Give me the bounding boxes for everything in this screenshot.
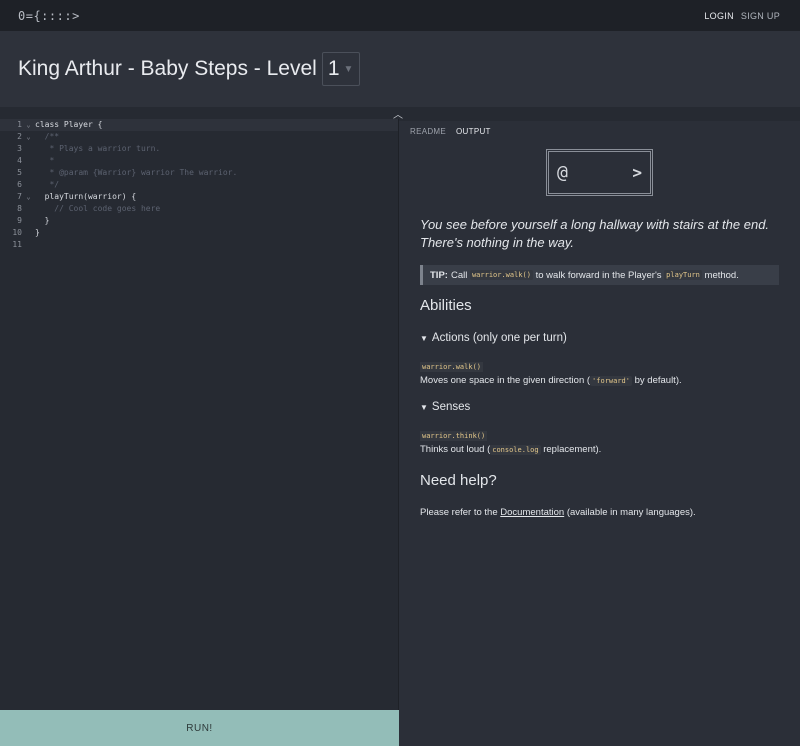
code-line[interactable]: 7 ⌄ playTurn(warrior) { [0,191,398,203]
level-select-value: 1 [327,57,340,80]
line-number: 9 [17,216,22,225]
code-editor[interactable]: 1 ⌄ class Player {2 ⌄ /** 3 * Plays a warrio… [0,119,399,710]
fold-gutter [22,167,35,179]
fold-gutter [22,203,35,215]
tip-text-post: method. [704,269,739,281]
line-number: 5 [17,168,22,177]
line-number: 3 [17,144,22,153]
level-select[interactable]: 1 ▼ [321,52,361,86]
code-line[interactable]: 11 [0,239,398,251]
line-number: 11 [12,240,22,249]
code-line[interactable]: 2 ⌄ /** [0,131,398,143]
code-line[interactable]: 5 * @param {Warrior} warrior The warrior… [0,167,398,179]
line-number: 1 [17,120,22,129]
line-number: 8 [17,204,22,213]
line-number: 4 [17,156,22,165]
ability-think-name: warrior.think() [420,431,488,441]
think-desc-post: replacement). [543,444,602,455]
line-number: 7 [17,192,22,201]
code-text: /** [35,132,60,141]
tip-callout: TIP: Call warrior.walk() to walk forward… [420,265,779,285]
line-number: 2 [17,132,22,141]
walk-desc-pre: Moves one space in the given direction ( [420,375,591,386]
help-text-post: (available in many languages). [566,507,696,518]
actions-toggle[interactable]: ▼ Actions (only one per turn) [420,332,567,344]
signup-link[interactable]: SIGN UP [741,11,780,21]
tip-label: TIP: [430,269,448,281]
ability-walk-desc: Moves one space in the given direction (… [420,375,682,386]
code-line[interactable]: 8 // Cool code goes here [0,203,398,215]
run-button[interactable]: RUN! [0,710,399,746]
code-text: */ [35,180,60,189]
think-desc-code: console.log [490,445,541,455]
level-header: King Arthur - Baby Steps - Level 1 ▼ [0,31,800,107]
code-text: // Cool code goes here [35,204,161,213]
line-number: 6 [17,180,22,189]
fold-gutter [22,143,35,155]
help-heading: Need help? [420,472,497,489]
senses-toggle[interactable]: ▼ Senses [420,401,470,413]
top-navbar: 0={::::> LOGIN SIGN UP [0,0,800,31]
fold-gutter [22,155,35,167]
readme-pane: README OUTPUT @ > You see before yoursel… [400,121,800,746]
code-text: playTurn(warrior) { [35,192,137,201]
fold-gutter [22,215,35,227]
code-line[interactable]: 4 * [0,155,398,167]
code-text: class Player { [35,120,103,129]
auth-links: LOGIN SIGN UP [704,11,780,21]
caret-down-icon: ▼ [343,63,354,75]
tip-code-walk: warrior.walk() [469,270,533,280]
code-line[interactable]: 1 ⌄ class Player { [0,119,398,131]
fold-gutter [22,179,35,191]
code-text: * @param {Warrior} warrior The warrior. [35,168,238,177]
tip-text-pre: Call [450,269,468,281]
documentation-link[interactable]: Documentation [500,507,564,518]
triangle-down-icon: ▼ [420,403,428,412]
level-map: @ > [546,149,653,196]
walk-desc-post: by default). [634,375,682,386]
code-text: * Plays a warrior turn. [35,144,161,153]
code-line[interactable]: 10} [0,227,398,239]
code-text: * [35,156,55,165]
ability-think-desc: Thinks out loud (console.log replacement… [420,444,601,455]
ability-walk-name: warrior.walk() [420,362,484,372]
page-title: King Arthur - Baby Steps - Level [18,57,317,80]
think-desc-pre: Thinks out loud ( [420,444,491,455]
fold-chevron-icon[interactable]: ⌄ [22,191,35,203]
code-line[interactable]: 9 } [0,215,398,227]
login-link[interactable]: LOGIN [704,11,734,21]
fold-chevron-icon[interactable]: ⌄ [22,131,35,143]
logo[interactable]: 0={::::> [18,9,80,23]
tab-readme[interactable]: README [410,127,446,136]
level-description: You see before yourself a long hallway w… [420,217,770,250]
pane-tabs: README OUTPUT [410,127,491,136]
stairs-unit: > [632,163,642,182]
tab-output[interactable]: OUTPUT [456,127,491,136]
code-text: } [35,228,40,237]
walk-desc-code: 'forward' [590,376,632,386]
warrior-unit: @ [557,162,568,183]
actions-heading: Actions (only one per turn) [431,332,567,344]
fold-gutter [22,239,35,251]
code-text: } [35,216,50,225]
tip-code-playturn: playTurn [664,270,702,280]
code-line[interactable]: 3 * Plays a warrior turn. [0,143,398,155]
help-text-pre: Please refer to the [420,507,498,518]
senses-heading: Senses [431,401,471,413]
line-number: 10 [12,228,22,237]
abilities-heading: Abilities [420,297,472,314]
tip-text-mid: to walk forward in the Player's [535,269,662,281]
triangle-down-icon: ▼ [420,334,428,343]
fold-chevron-icon[interactable]: ⌄ [22,119,35,131]
help-text: Please refer to the Documentation (avail… [420,507,696,518]
fold-gutter [22,227,35,239]
code-line[interactable]: 6 */ [0,179,398,191]
